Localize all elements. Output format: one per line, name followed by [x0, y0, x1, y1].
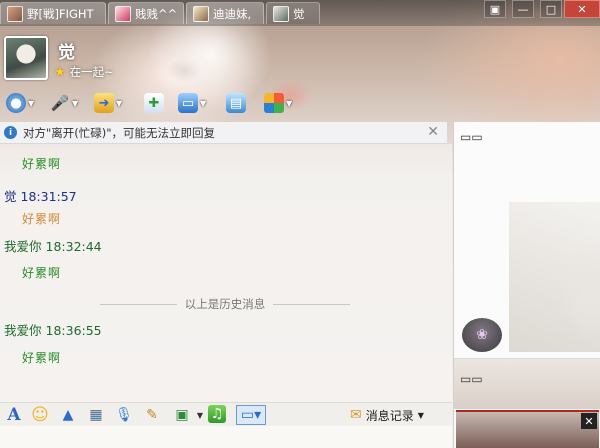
apps-icon: [264, 93, 284, 113]
message-text: 好累啊: [22, 266, 62, 280]
emoji-icon[interactable]: ☺: [30, 405, 50, 425]
voice-message-icon[interactable]: 🎙: [114, 405, 134, 425]
contact-avatar[interactable]: [4, 36, 48, 80]
minimize-icon: —: [517, 2, 529, 16]
message-header: 觉 18:31:57: [4, 186, 77, 205]
message-sender: 我爱你: [4, 323, 42, 338]
contact-name[interactable]: 觉: [58, 38, 75, 63]
history-divider-label: 以上是历史消息: [184, 297, 266, 311]
user-avatar-icon: [273, 5, 289, 22]
shake-icon[interactable]: ▲: [58, 405, 78, 425]
file-transfer-icon: ➜: [94, 93, 114, 113]
contact-show-panel: ▭▭ ❀ ▭▭ ✕: [453, 122, 600, 448]
apps-button[interactable]: ▼: [264, 90, 292, 116]
star-icon: ★: [54, 64, 66, 80]
message-text: 好累啊: [22, 157, 62, 171]
voice-call-button[interactable]: 🎤 ▼: [50, 90, 79, 116]
screen-share-button[interactable]: ▤: [226, 90, 246, 116]
voice-call-icon: 🎤: [50, 94, 70, 112]
message-header: 我爱你 18:32:44: [4, 236, 102, 255]
tab-label: 觉: [293, 6, 305, 21]
message-history[interactable]: [0, 144, 452, 402]
add-friend-button[interactable]: ✚: [144, 90, 164, 116]
history-divider: 以上是历史消息: [100, 296, 350, 312]
magic-emoticon-button[interactable]: ❀: [462, 318, 502, 352]
history-button-label: 消息记录: [365, 408, 414, 423]
note-icon[interactable]: ✎: [142, 405, 162, 425]
menu-button[interactable]: ▣: [484, 0, 506, 18]
chevron-down-icon: ▼: [200, 98, 207, 108]
close-icon: ✕: [577, 2, 587, 16]
chevron-down-icon: ▼: [417, 410, 424, 420]
gif-icon[interactable]: ▦: [86, 405, 106, 425]
chevron-down-icon[interactable]: ▼: [190, 405, 210, 425]
message-header: 我爱你 18:36:55: [4, 320, 102, 339]
screenshot-icon[interactable]: ▭▾: [236, 405, 266, 425]
screen-share-icon: ▤: [226, 93, 246, 113]
tab-jianjian[interactable]: 贱贱^^: [108, 2, 184, 24]
chevron-down-icon: ▼: [28, 98, 35, 108]
mini-video-preview[interactable]: ✕: [456, 410, 599, 448]
video-call-button[interactable]: ● ▼: [6, 90, 34, 116]
add-friend-icon: ✚: [144, 93, 164, 113]
message-sender: 觉: [4, 189, 17, 204]
tab-label: 野[戦]FIGHT: [27, 6, 94, 21]
message-sender: 我爱你: [4, 239, 42, 254]
music-icon[interactable]: ♫: [208, 405, 226, 423]
tab-label: 迪迪妹,: [213, 6, 252, 21]
notice-text: 对方"离开(忙碌)"，可能无法立即回复: [23, 125, 216, 140]
input-toolbar: A ☺ ▲ ▦ 🎙 ✎ ▣ ▼ ♫ ▭▾ ✉ 消息记录 ▼: [0, 402, 452, 426]
menu-icon: ▣: [489, 2, 501, 16]
file-transfer-button[interactable]: ➜ ▼: [94, 90, 122, 116]
top-toolbar: ● ▼ 🎤 ▼ ➜ ▼ ✚ ▭ ▼ ▤ ▼: [0, 90, 300, 116]
divider-line: [100, 303, 177, 305]
maximize-button[interactable]: □: [540, 0, 562, 18]
font-icon[interactable]: A: [4, 405, 24, 425]
user-avatar-icon: [115, 5, 131, 22]
message-time: 18:36:55: [45, 323, 102, 338]
minimize-button[interactable]: —: [512, 0, 534, 18]
message-time: 18:31:57: [20, 189, 77, 204]
tab-jue[interactable]: 觉: [266, 2, 320, 24]
remote-desktop-icon: ▭: [178, 93, 198, 113]
away-status-notice: i 对方"离开(忙碌)"，可能无法立即回复 ✕: [0, 122, 447, 144]
close-button[interactable]: ✕: [564, 0, 600, 18]
message-text: 好累啊: [22, 351, 62, 365]
maximize-icon: □: [545, 2, 557, 16]
chevron-down-icon: ▼: [72, 98, 79, 108]
tab-didimei[interactable]: 迪迪妹,: [186, 2, 264, 24]
message-time: 18:32:44: [45, 239, 102, 254]
chat-bubble-icon: ✉: [350, 407, 362, 423]
user-avatar-icon: [7, 5, 23, 22]
contact-signature-line: ★ 在一起~: [54, 64, 114, 80]
message-history-button[interactable]: ✉ 消息记录 ▼: [350, 405, 424, 425]
notice-close-button[interactable]: ✕: [427, 124, 439, 140]
close-icon[interactable]: ✕: [581, 413, 597, 429]
user-avatar-icon: [193, 5, 209, 22]
contact-signature: 在一起~: [69, 65, 114, 79]
info-icon: i: [4, 126, 17, 139]
message-text: 好累啊: [22, 212, 62, 226]
message-input[interactable]: [0, 426, 452, 448]
tab-ye-fight[interactable]: 野[戦]FIGHT: [0, 2, 106, 24]
tab-label: 贱贱^^: [135, 6, 178, 21]
magic-icon: ❀: [476, 327, 488, 343]
contact-show-image: [509, 202, 600, 352]
chevron-down-icon: ▼: [286, 98, 293, 108]
conversation-tab-bar: 野[戦]FIGHT 贱贱^^ 迪迪妹, 觉 ▣ — □ ✕: [0, 0, 600, 26]
video-call-icon: ●: [6, 93, 26, 113]
chevron-down-icon: ▼: [116, 98, 123, 108]
panel-toggle-icon[interactable]: ▭▭: [460, 372, 483, 386]
panel-toggle-icon[interactable]: ▭▭: [460, 130, 483, 144]
divider-line: [273, 303, 350, 305]
remote-desktop-button[interactable]: ▭ ▼: [178, 90, 206, 116]
image-icon[interactable]: ▣: [172, 405, 192, 425]
